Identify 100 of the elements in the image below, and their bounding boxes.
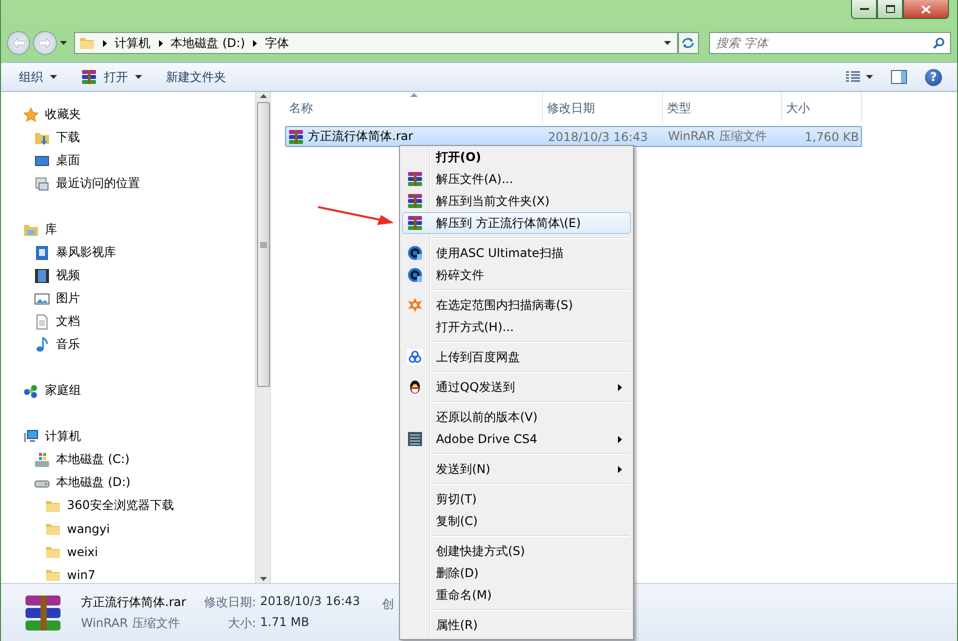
column-header[interactable]: 大小 — [782, 92, 862, 122]
minimize-button[interactable] — [851, 0, 877, 19]
archive-books-icon — [407, 215, 423, 231]
menu-item[interactable]: 解压文件(A)... — [402, 168, 631, 190]
folder-icon — [78, 35, 95, 51]
sidebar-item[interactable]: 本地磁盘 (D:) — [1, 471, 255, 494]
menu-item[interactable]: 还原以前的版本(V) — [402, 406, 631, 428]
sidebar-item[interactable]: 暴风影视库 — [1, 241, 255, 264]
penguin-icon — [407, 379, 423, 395]
file-size: 1,760 KB — [804, 130, 860, 144]
refresh-icon — [681, 37, 696, 49]
maximize-button[interactable] — [877, 0, 903, 19]
menu-item[interactable]: Adobe Drive CS4 — [402, 428, 631, 450]
star-icon — [23, 106, 39, 122]
new-folder-button[interactable]: 新建文件夹 — [157, 66, 235, 88]
help-button[interactable]: ? — [925, 68, 942, 86]
file-date: 2018/10/3 16:43 — [547, 130, 649, 144]
sidebar-item[interactable]: 家庭组 — [1, 379, 255, 402]
back-arrow-icon — [12, 38, 25, 48]
menu-item[interactable]: 打开方式(H)... — [402, 316, 631, 338]
menu-item[interactable]: 创建快捷方式(S) — [402, 540, 631, 562]
antivirus-icon — [407, 297, 423, 313]
caret-icon — [135, 75, 142, 79]
music-note-icon — [34, 336, 50, 352]
scrollbar[interactable] — [255, 92, 270, 583]
menu-item[interactable]: 解压到当前文件夹(X) — [402, 190, 631, 212]
caret-icon — [866, 75, 873, 79]
sidebar-item[interactable]: 桌面 — [1, 149, 255, 172]
menu-item[interactable]: 在选定范围内扫描病毒(S) — [402, 294, 631, 316]
sidebar-item[interactable]: 360安全浏览器下载 — [1, 494, 255, 517]
file-type: WinRAR 压缩文件 — [667, 128, 768, 145]
sidebar-item[interactable]: 音乐 — [1, 333, 255, 356]
menu-item[interactable]: 剪切(T) — [402, 488, 631, 510]
dropdown-caret-icon — [664, 41, 671, 45]
scrollbar-thumb[interactable] — [256, 102, 270, 387]
address-bar[interactable]: 计算机 本地磁盘 (D:) 字体 — [74, 32, 678, 54]
search-field[interactable]: 搜索 字体 — [708, 32, 951, 54]
sidebar-item[interactable]: 最近访问的位置 — [1, 172, 255, 195]
sidebar-item[interactable]: 图片 — [1, 287, 255, 310]
sidebar-item[interactable]: 库 — [1, 218, 255, 241]
pointer-arrow-icon — [317, 204, 395, 226]
menu-item[interactable]: 使用ASC Ultimate扫描 — [402, 242, 631, 264]
refresh-button[interactable] — [678, 32, 699, 54]
picture-icon — [34, 290, 50, 306]
maximize-icon — [886, 5, 894, 13]
close-button[interactable] — [903, 0, 949, 19]
detail-label: 修改日期: — [204, 594, 256, 610]
column-header[interactable]: 名称 — [285, 92, 543, 122]
sidebar-item[interactable]: 计算机 — [1, 425, 255, 448]
sidebar-item[interactable]: 收藏夹 — [1, 103, 255, 126]
search-icon — [932, 37, 945, 49]
menu-item[interactable]: 复制(C) — [402, 510, 631, 532]
sidebar-item[interactable]: 本地磁盘 (C:) — [1, 448, 255, 471]
video-library-icon — [34, 244, 50, 260]
sidebar-item[interactable]: 下载 — [1, 126, 255, 149]
submenu-arrow-icon — [618, 384, 622, 390]
homegroup-icon — [23, 382, 39, 398]
archive-books-icon — [407, 193, 423, 209]
sidebar-item[interactable]: 视频 — [1, 264, 255, 287]
film-icon — [34, 268, 50, 284]
column-header[interactable]: 修改日期 — [543, 92, 663, 122]
menu-item[interactable]: 发送到(N) — [402, 458, 631, 480]
grip-icon — [260, 242, 266, 248]
submenu-arrow-icon — [618, 436, 622, 442]
minimize-icon — [860, 8, 868, 10]
sidebar-item[interactable]: wangyi — [1, 517, 255, 540]
shield-scan-icon — [407, 245, 423, 261]
caret-icon — [50, 75, 57, 79]
sidebar-item[interactable]: weixi — [1, 540, 255, 563]
organize-button[interactable]: 组织 — [10, 66, 66, 88]
scroll-down-icon — [260, 577, 266, 581]
server-stack-icon — [407, 431, 423, 447]
file-row[interactable]: 方正流行体简体.rar 2018/10/3 16:43 WinRAR 压缩文件 1,760 KB — [285, 126, 862, 147]
history-caret-icon — [60, 41, 67, 45]
menu-item[interactable]: 打开(O) — [402, 146, 631, 168]
menu-item[interactable]: 解压到 方正流行体简体\(E) — [402, 212, 631, 234]
sidebar-item[interactable]: 文档 — [1, 310, 255, 333]
menu-item[interactable]: 属性(R) — [402, 614, 631, 636]
archive-books-icon — [81, 69, 97, 85]
menu-item[interactable]: 重命名(M) — [402, 584, 631, 606]
menu-item[interactable]: 通过QQ发送到 — [402, 376, 631, 398]
file-name: 方正流行体简体.rar — [81, 594, 186, 610]
open-button[interactable]: 打开 — [72, 66, 151, 88]
sidebar-item[interactable]: win7 — [1, 563, 255, 586]
computer-icon — [23, 428, 39, 444]
archive-books-icon — [23, 592, 63, 632]
menu-item[interactable]: 上传到百度网盘 — [402, 346, 631, 368]
chevron-right-icon — [158, 40, 163, 46]
breadcrumb-item[interactable]: 计算机 — [114, 34, 151, 52]
close-icon — [921, 4, 931, 14]
menu-item[interactable]: 粉碎文件 — [402, 264, 631, 286]
column-header[interactable]: 类型 — [663, 92, 782, 122]
breadcrumb-item[interactable]: 字体 — [265, 34, 290, 52]
chevron-right-icon — [253, 40, 258, 46]
scroll-up-icon — [260, 94, 266, 98]
file-name: 方正流行体简体.rar — [308, 128, 414, 145]
detail-value: 2018/10/3 16:43 — [260, 594, 360, 610]
menu-item[interactable]: 删除(D) — [402, 562, 631, 584]
archive-books-icon — [288, 128, 304, 144]
breadcrumb-item[interactable]: 本地磁盘 (D:) — [170, 34, 246, 52]
